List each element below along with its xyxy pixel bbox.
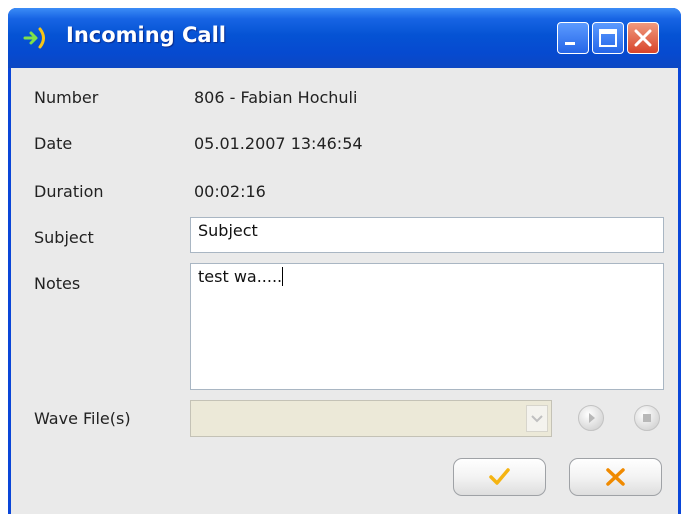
number-label: Number	[34, 88, 99, 107]
notes-textarea[interactable]: test wa.....	[190, 263, 664, 390]
dialog-body: Number 806 - Fabian Hochuli Date 05.01.2…	[11, 68, 678, 514]
minimize-icon	[565, 42, 575, 45]
duration-label: Duration	[34, 182, 104, 201]
checkmark-icon	[489, 468, 510, 485]
cancel-button[interactable]	[569, 458, 662, 496]
dropdown-arrow-button[interactable]	[526, 405, 548, 432]
number-value: 806 - Fabian Hochuli	[194, 88, 358, 107]
incoming-call-window: Incoming Call Number 806 - Fabian Hochul…	[8, 8, 681, 514]
date-label: Date	[34, 134, 73, 153]
subject-label: Subject	[34, 228, 94, 247]
title-bar[interactable]: Incoming Call	[8, 8, 681, 68]
ok-button[interactable]	[453, 458, 546, 496]
stop-icon	[643, 414, 651, 422]
date-value: 05.01.2007 13:46:54	[194, 134, 363, 153]
stop-button[interactable]	[634, 405, 660, 431]
maximize-icon	[599, 29, 617, 47]
close-button[interactable]	[627, 22, 659, 54]
incoming-call-icon	[23, 27, 45, 49]
play-button[interactable]	[578, 405, 604, 431]
maximize-button[interactable]	[592, 22, 624, 54]
duration-value: 00:02:16	[194, 182, 266, 201]
subject-text: Subject	[198, 221, 258, 240]
minimize-button[interactable]	[557, 22, 589, 54]
subject-input[interactable]: Subject	[190, 217, 664, 253]
wave-files-dropdown[interactable]	[190, 400, 552, 437]
notes-label: Notes	[34, 274, 81, 293]
wave-files-label: Wave File(s)	[34, 409, 131, 428]
window-title: Incoming Call	[66, 23, 226, 47]
chevron-down-icon	[531, 415, 543, 423]
notes-text: test wa.....	[198, 267, 283, 286]
x-icon	[606, 468, 625, 486]
play-icon	[589, 413, 595, 423]
text-caret	[282, 267, 284, 286]
close-icon	[634, 29, 652, 47]
